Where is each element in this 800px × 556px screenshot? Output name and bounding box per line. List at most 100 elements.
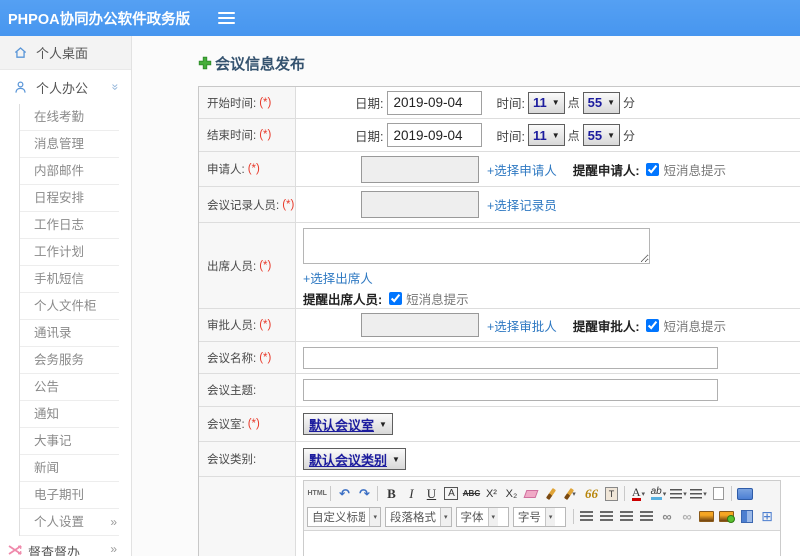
align-center-icon[interactable] (597, 507, 616, 526)
meeting-room-select[interactable]: 默认会议室 ▼ (303, 413, 393, 435)
ordered-list-icon[interactable]: ▾ (669, 484, 688, 503)
font-size-select[interactable]: 字号 ▾ (512, 506, 567, 527)
sms-remind-checkbox[interactable] (646, 162, 660, 176)
field-label-text: 会议室: (207, 419, 245, 431)
align-left-icon[interactable] (577, 507, 596, 526)
sidebar-sub-item[interactable]: 大事记 (20, 428, 119, 455)
form-row-start-time: 开始时间: (*) 日期: 时间: 11 ▼ 点 55 ▼ 分 (199, 87, 800, 119)
sidebar-item-label: 在线考勤 (34, 110, 85, 124)
sidebar-item-label: 个人文件柜 (34, 299, 97, 313)
subscript-icon[interactable]: X₂ (502, 484, 521, 503)
italic-icon[interactable]: I (402, 484, 421, 503)
sidebar-sub-item[interactable]: 通讯录 (20, 320, 119, 347)
pick-recorder-link[interactable]: +选择记录员 (487, 195, 557, 214)
strikethrough-icon[interactable]: ABC (462, 484, 481, 503)
html-source-button[interactable]: HTML (308, 484, 327, 503)
dropdown-arrow-icon: ▾ (662, 490, 667, 498)
sidebar-sub-item[interactable]: 日程安排 (20, 185, 119, 212)
pick-attendees-link[interactable]: +选择出席人 (303, 268, 373, 287)
end-minute-select[interactable]: 55 ▼ (582, 124, 621, 146)
applicant-input[interactable] (361, 155, 479, 183)
sms-remind-checkbox[interactable] (646, 318, 660, 332)
unlink-icon[interactable]: ∞ (677, 507, 696, 526)
heading-style-select-value: 自定义标题 (312, 511, 366, 524)
image-icon[interactable] (697, 507, 716, 526)
sidebar-item-supervision[interactable]: 督查督办 » (0, 536, 131, 556)
superscript-icon[interactable]: X² (482, 484, 501, 503)
sidebar-item-personal-desktop[interactable]: 个人桌面 (0, 36, 131, 70)
sidebar-sub-item[interactable]: 会务服务 (20, 347, 119, 374)
sidebar-sub-item[interactable]: 内部邮件 (20, 158, 119, 185)
media-icon[interactable] (737, 507, 756, 526)
insert-image-icon (719, 511, 736, 523)
eraser-icon[interactable] (522, 484, 541, 503)
align-left-icon (580, 511, 594, 522)
redo-icon[interactable]: ↷ (355, 484, 374, 503)
pick-applicant-link[interactable]: +选择申请人 (487, 160, 557, 179)
attendees-textarea[interactable] (303, 228, 650, 264)
heading-style-select[interactable]: 自定义标题 ▾ (307, 506, 381, 527)
sidebar-sub-item[interactable]: 通知 (20, 401, 119, 428)
new-page-icon[interactable] (709, 484, 728, 503)
font-family-select[interactable]: 字体 ▾ (455, 506, 509, 527)
blockquote-icon[interactable]: 66 (582, 484, 601, 503)
pick-approver-link[interactable]: +选择审批人 (487, 316, 557, 335)
sidebar-sub-item[interactable]: 个人文件柜 (20, 293, 119, 320)
editor-content-area[interactable] (304, 531, 780, 556)
hour-unit-label: 点 (567, 96, 580, 110)
dropdown-arrow-icon: ▾ (544, 507, 556, 526)
bold-icon[interactable]: B (382, 484, 401, 503)
meeting-name-input[interactable] (303, 346, 718, 369)
sidebar-sub-item[interactable]: 消息管理 (20, 131, 119, 158)
sidebar-item-personal-office[interactable]: 个人办公 » (0, 70, 131, 104)
toolbar-separator (330, 486, 332, 501)
form-row-meeting-subject: 会议主题: (199, 374, 800, 407)
field-label: 会议主题: (199, 374, 296, 406)
dropdown-arrow-icon: ▾ (641, 490, 646, 498)
sidebar-sub-item[interactable]: 公告 (20, 374, 119, 401)
sms-remind-label: 短消息提示 (663, 319, 726, 334)
paragraph-format-select[interactable]: 段落格式 ▾ (385, 506, 452, 527)
sidebar-sub-item[interactable]: 新闻 (20, 455, 119, 482)
start-date-input[interactable] (387, 90, 483, 115)
font-color-icon[interactable]: A ▾ (629, 484, 648, 503)
format-brush-icon[interactable] (542, 484, 561, 503)
date-label: 日期: (355, 97, 384, 111)
paint-format-icon[interactable]: ▾ (562, 484, 581, 503)
end-hour-select[interactable]: 11 ▼ (527, 124, 565, 146)
unordered-list-icon[interactable]: ▾ (689, 484, 708, 503)
sidebar-sub-item[interactable]: 工作计划 (20, 239, 119, 266)
sidebar-sub-item[interactable]: 在线考勤 (20, 104, 119, 131)
paste-text-icon[interactable]: T (602, 484, 621, 503)
end-date-input[interactable] (387, 123, 483, 147)
field-label: 会议记录人员: (*) (199, 187, 296, 222)
menu-icon[interactable] (218, 12, 236, 24)
undo-icon[interactable]: ↶ (335, 484, 354, 503)
highlight-icon[interactable]: ab ▾ (649, 484, 668, 503)
undo-icon: ↶ (339, 485, 350, 501)
sidebar-sub-item[interactable]: 电子期刊 (20, 482, 119, 509)
align-justify-icon[interactable] (637, 507, 656, 526)
recorder-input[interactable] (361, 191, 479, 218)
sms-remind-checkbox[interactable] (389, 292, 403, 305)
font-border-icon[interactable]: A (442, 484, 461, 503)
home-icon (12, 45, 28, 61)
sidebar-sub-item[interactable]: 工作日志 (20, 212, 119, 239)
underline-icon[interactable]: U (422, 484, 441, 503)
meeting-subject-input[interactable] (303, 379, 718, 401)
start-minute-select[interactable]: 55 ▼ (582, 91, 621, 114)
table-icon: ⊞ (761, 508, 773, 524)
approver-input[interactable] (361, 313, 479, 337)
table-icon[interactable]: ⊞ (757, 507, 776, 526)
fullscreen-icon[interactable] (736, 484, 755, 503)
form-row-recorder: 会议记录人员: (*) +选择记录员 (199, 187, 800, 223)
link-icon[interactable]: ∞ (657, 507, 676, 526)
meeting-category-select[interactable]: 默认会议类别 ▼ (303, 448, 406, 470)
font-color-icon: A (631, 484, 641, 501)
sidebar-sub-item[interactable]: 手机短信 (20, 266, 119, 293)
start-hour-select[interactable]: 11 ▼ (527, 91, 565, 114)
insert-image-icon[interactable] (717, 507, 736, 526)
field-label-text: 结束时间: (207, 130, 257, 142)
sidebar-sub-item[interactable]: 个人设置 » (20, 509, 119, 536)
align-right-icon[interactable] (617, 507, 636, 526)
